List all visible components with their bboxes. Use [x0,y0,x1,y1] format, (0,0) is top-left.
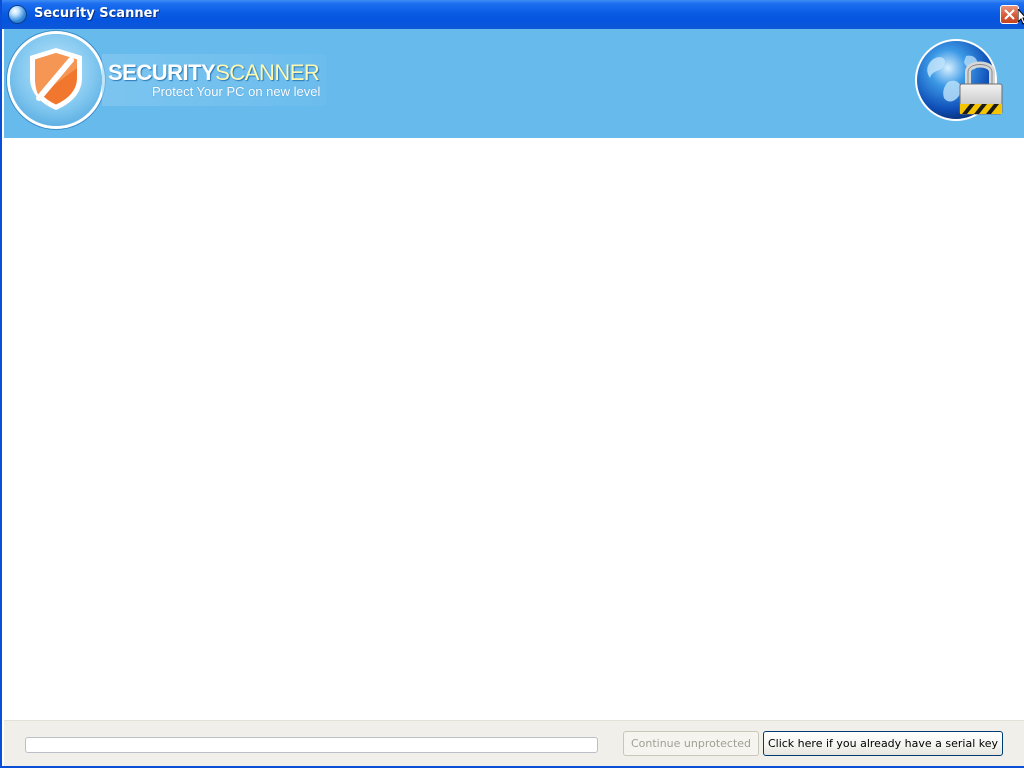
shield-icon [30,48,82,110]
title-bar[interactable]: Security Scanner [2,0,1024,29]
close-icon [1004,9,1015,20]
footer-bar: Continue unprotected Click here if you a… [4,720,1024,766]
globe-app-icon [9,6,26,23]
brand-word-security: SECURITY [108,60,216,85]
brand-word-scanner: SCANNER [215,60,320,85]
main-content [4,138,1024,720]
shield-logo-badge [10,34,102,126]
globe-padlock-icon [915,39,1003,121]
brand-tagline: Protect Your PC on new level [152,84,321,99]
serial-key-button[interactable]: Click here if you already have a serial … [763,731,1003,756]
security-scanner-window: Security Scanner SECURITYSCANNER Protect… [0,0,1024,768]
continue-unprotected-button[interactable]: Continue unprotected [623,731,759,756]
brand-title: SECURITYSCANNER [108,60,320,85]
window-title: Security Scanner [34,6,159,21]
header-banner: SECURITYSCANNER Protect Your PC on new l… [4,29,1024,138]
scan-progress-bar [25,737,598,753]
mouse-pointer-icon [1018,9,1024,25]
close-button[interactable] [1000,5,1019,24]
